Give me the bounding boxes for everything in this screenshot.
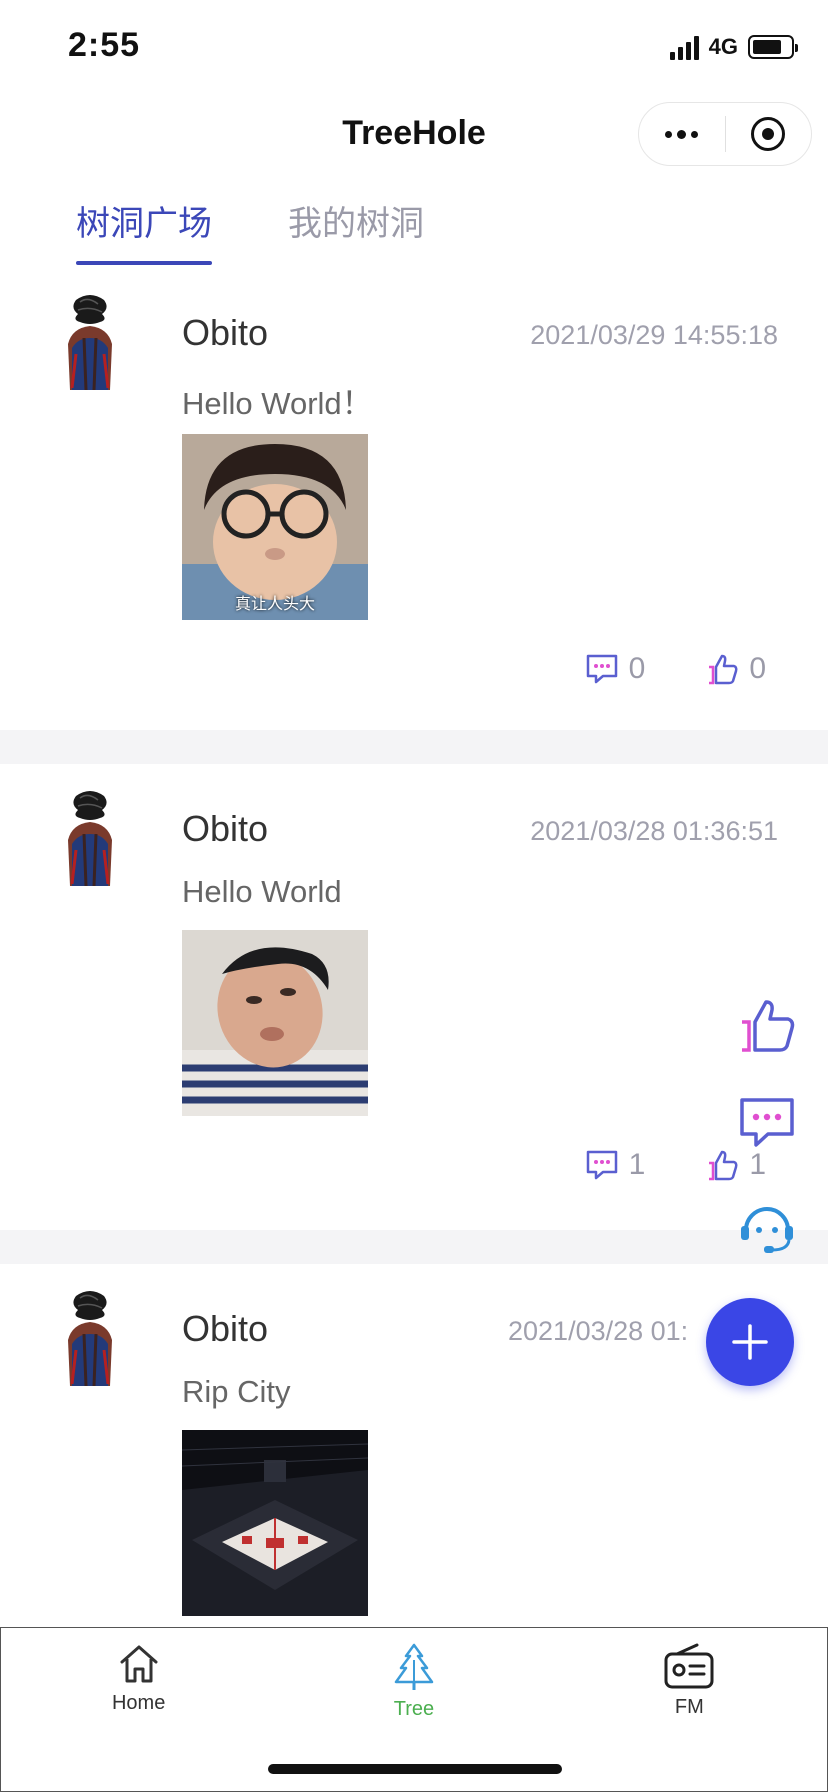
comment-icon <box>586 654 617 684</box>
status-time: 2:55 <box>68 26 141 64</box>
home-indicator <box>268 1764 562 1774</box>
avatar[interactable] <box>58 292 122 392</box>
tab-bar-top: 树洞广场 我的树洞 <box>76 196 424 265</box>
photo-caption: 真让人头大 <box>234 596 315 613</box>
comment-count: 1 <box>628 1148 646 1181</box>
tree-icon <box>394 1643 434 1690</box>
post-card[interactable]: Obito 2021/03/29 14:55:18 Hello World！ 真… <box>0 268 828 730</box>
tabbar-item-home[interactable]: Home <box>1 1628 276 1791</box>
like-button[interactable]: 1 <box>705 1148 766 1182</box>
post-card[interactable]: Obito 2021/03/28 01:36:51 Hello World 1 <box>0 764 828 1230</box>
home-icon <box>120 1645 158 1683</box>
status-bar: 2:55 4G <box>0 0 828 96</box>
like-count: 1 <box>749 1148 766 1181</box>
post-username[interactable]: Obito <box>182 808 268 850</box>
plus-icon <box>732 1324 768 1360</box>
signal-icon <box>669 34 699 60</box>
tabbar-label-fm: FM <box>674 1696 704 1718</box>
floating-comment-button[interactable] <box>738 1096 796 1150</box>
post-divider <box>0 730 828 764</box>
comment-icon <box>586 1150 617 1180</box>
radio-icon <box>664 1643 714 1689</box>
tabbar-label-tree: Tree <box>393 1698 435 1720</box>
post-actions: 0 0 <box>585 652 766 686</box>
close-mini-program-button[interactable] <box>726 103 812 165</box>
like-icon <box>709 1150 738 1181</box>
post-feed: Obito 2021/03/29 14:55:18 Hello World！ 真… <box>0 268 828 1664</box>
like-count: 0 <box>749 652 766 685</box>
floating-like-button[interactable] <box>738 996 796 1054</box>
tab-my-treehole[interactable]: 我的树洞 <box>288 196 424 259</box>
mini-program-capsule <box>638 102 812 166</box>
customer-service-button[interactable] <box>738 1200 796 1254</box>
tabbar-label-home: Home <box>111 1692 166 1714</box>
post-content: Hello World！ <box>182 386 373 421</box>
add-post-button[interactable] <box>706 1298 794 1386</box>
post-timestamp: 2021/03/28 01: <box>508 1316 689 1346</box>
avatar[interactable] <box>58 1288 122 1388</box>
post-username[interactable]: Obito <box>182 1308 268 1350</box>
post-username[interactable]: Obito <box>182 312 268 354</box>
like-button[interactable]: 0 <box>705 652 766 686</box>
more-button[interactable] <box>639 103 725 165</box>
comment-button[interactable]: 1 <box>585 1148 646 1182</box>
network-label: 4G <box>708 34 738 59</box>
comment-button[interactable]: 0 <box>585 652 646 686</box>
post-content: Rip City <box>182 1374 291 1409</box>
more-icon <box>665 129 699 139</box>
tabbar-item-fm[interactable]: FM <box>552 1628 827 1791</box>
post-content: Hello World <box>182 874 342 909</box>
post-card[interactable]: Obito 2021/03/28 01: Rip City <box>0 1264 828 1664</box>
post-photo[interactable] <box>182 930 368 1116</box>
post-photo[interactable]: 真让人头大 <box>182 434 368 620</box>
post-photo[interactable] <box>182 1430 368 1616</box>
comment-count: 0 <box>628 652 646 685</box>
post-divider <box>0 1230 828 1264</box>
tab-square[interactable]: 树洞广场 <box>76 196 212 265</box>
like-icon <box>709 654 738 685</box>
avatar[interactable] <box>58 788 122 888</box>
post-timestamp: 2021/03/29 14:55:18 <box>530 320 778 350</box>
target-icon <box>751 117 786 151</box>
status-indicators: 4G <box>669 34 798 60</box>
post-timestamp: 2021/03/28 01:36:51 <box>530 816 778 846</box>
post-actions: 1 1 <box>585 1148 766 1182</box>
battery-icon <box>748 35 798 59</box>
